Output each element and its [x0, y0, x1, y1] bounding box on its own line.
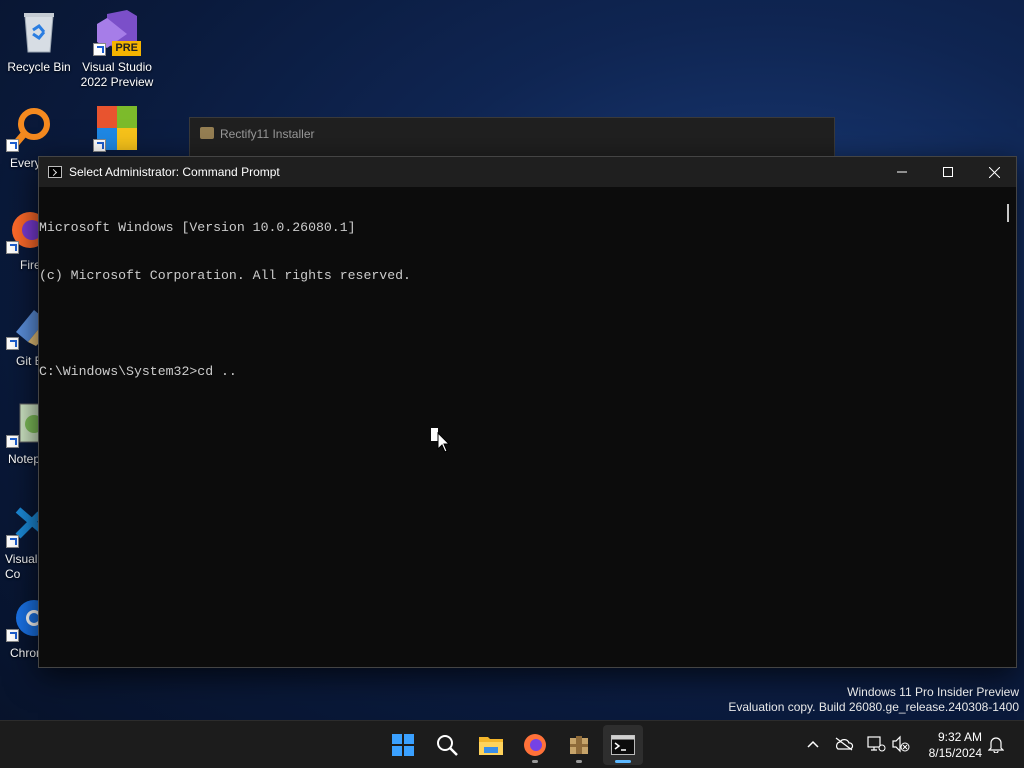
start-icon: [392, 734, 414, 756]
clock-time: 9:32 AM: [937, 730, 982, 744]
shortcut-arrow-icon: [6, 241, 19, 254]
desktop-icon-label: Visual Studio 2022 Preview: [80, 60, 154, 89]
installer-window-title: Rectify11 Installer: [220, 127, 315, 141]
desktop-icon-visual-studio-preview[interactable]: PRE Visual Studio 2022 Preview: [78, 8, 156, 90]
minimize-icon: [897, 171, 907, 173]
network-icon: [867, 736, 886, 752]
watermark-build: Evaluation copy. Build 26080.ge_release.…: [728, 700, 1019, 714]
folder-icon: [200, 127, 214, 139]
window-title: Select Administrator: Command Prompt: [69, 165, 280, 179]
desktop-icon-colorful-app[interactable]: [78, 104, 156, 156]
running-indicator: [576, 760, 582, 763]
evaluation-watermark: Windows 11 Pro Insider Preview Evaluatio…: [728, 685, 1019, 715]
visual-studio-icon: PRE: [93, 8, 141, 56]
shortcut-arrow-icon: [6, 629, 19, 642]
running-indicator: [532, 760, 538, 763]
vertical-scrollbar[interactable]: [1000, 187, 1016, 667]
preview-badge: PRE: [112, 41, 141, 56]
search-button[interactable]: [427, 725, 467, 765]
volume-muted-icon: [892, 735, 910, 753]
volume-button[interactable]: [891, 734, 911, 754]
watermark-edition: Windows 11 Pro Insider Preview: [847, 685, 1019, 699]
shortcut-arrow-icon: [6, 535, 19, 548]
minimize-button[interactable]: [879, 157, 925, 187]
shortcut-arrow-icon: [93, 43, 106, 56]
installer-button[interactable]: [559, 725, 599, 765]
title-bar[interactable]: Select Administrator: Command Prompt: [39, 157, 1016, 187]
bell-icon: [988, 737, 1004, 753]
start-button[interactable]: [383, 725, 423, 765]
shortcut-arrow-icon: [6, 435, 19, 448]
notifications-button[interactable]: [986, 734, 1006, 754]
desktop-icon-recycle-bin[interactable]: Recycle Bin: [0, 8, 78, 75]
firefox-icon: [524, 734, 546, 756]
command-prompt-icon: [611, 735, 635, 755]
file-explorer-button[interactable]: [471, 725, 511, 765]
taskbar: 9:32 AM 8/15/2024: [0, 720, 1024, 768]
file-explorer-icon: [479, 737, 503, 755]
cloud-off-icon: [835, 737, 854, 751]
mouse-pointer-icon: [437, 432, 451, 453]
shortcut-arrow-icon: [6, 139, 19, 152]
active-indicator: [615, 760, 631, 763]
close-icon: [988, 166, 1000, 178]
onedrive-button[interactable]: [834, 734, 854, 754]
console-prompt-line: C:\Windows\System32>cd ..: [39, 364, 237, 379]
command-prompt-window[interactable]: Select Administrator: Command Prompt Mic…: [38, 156, 1017, 668]
chevron-up-icon: [807, 740, 819, 748]
close-button[interactable]: [971, 157, 1017, 187]
colorful-app-icon: [93, 104, 141, 152]
maximize-button[interactable]: [925, 157, 971, 187]
search-icon: [437, 735, 458, 756]
console-line: (c) Microsoft Corporation. All rights re…: [39, 268, 411, 283]
installer-icon: [570, 736, 588, 754]
console-line: Microsoft Windows [Version 10.0.26080.1]: [39, 220, 356, 235]
shortcut-arrow-icon: [6, 337, 19, 350]
firefox-button[interactable]: [515, 725, 555, 765]
network-button[interactable]: [866, 734, 886, 754]
console-output[interactable]: Microsoft Windows [Version 10.0.26080.1]…: [39, 187, 1000, 667]
show-hidden-icons-button[interactable]: [803, 734, 823, 754]
maximize-icon: [943, 167, 953, 177]
system-clock[interactable]: 9:32 AM 8/15/2024: [929, 729, 982, 761]
shortcut-arrow-icon: [93, 139, 106, 152]
command-prompt-button[interactable]: [603, 725, 643, 765]
desktop-icon-label: Recycle Bin: [7, 60, 71, 74]
magnifier-icon: [6, 104, 54, 152]
console-icon: [48, 166, 62, 178]
scrollbar-thumb[interactable]: [1007, 204, 1009, 222]
clock-date: 8/15/2024: [928, 746, 982, 760]
recycle-bin-icon: [15, 8, 63, 56]
